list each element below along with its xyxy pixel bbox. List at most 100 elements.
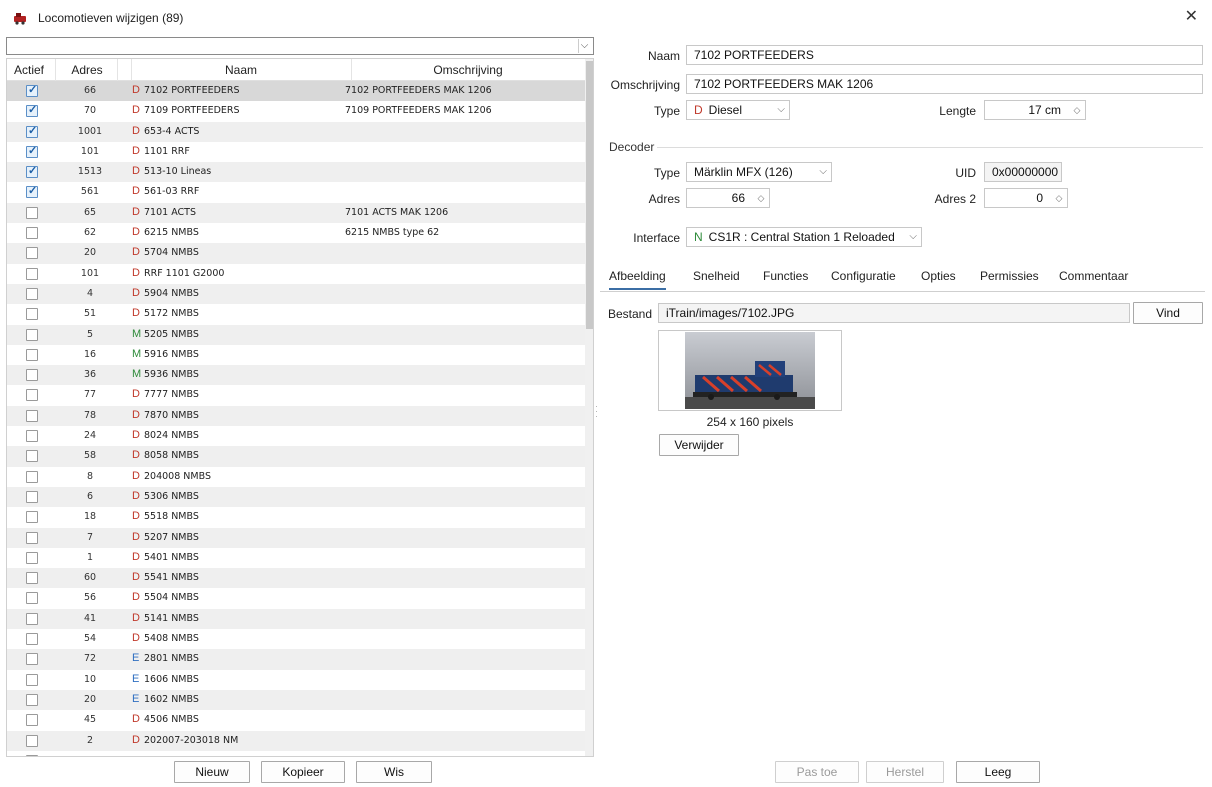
table-row[interactable]: 36 M 5936 NMBS [7,365,585,386]
active-checkbox[interactable] [26,714,38,727]
table-row[interactable]: 1001 D 653-4 ACTS [7,121,585,142]
table-row[interactable]: 41 D 5141 NMBS [7,608,585,630]
kopieer-button[interactable]: Kopieer [261,761,345,783]
active-checkbox[interactable] [26,450,38,463]
lengte-spinner[interactable]: 17 cm ◇ [984,100,1086,120]
adres2-spinner[interactable]: 0 ◇ [984,188,1068,208]
active-checkbox[interactable] [26,673,38,686]
table-row[interactable]: 4 D 5904 NMBS [7,283,585,305]
active-checkbox[interactable] [26,592,38,605]
tab-configuratie[interactable]: Configuratie [831,269,896,283]
close-icon[interactable]: ✕ [1185,9,1198,25]
column-header-adres[interactable]: Adres [59,63,115,77]
chevron-down-icon[interactable]: ⌵ [578,39,590,53]
active-checkbox[interactable] [26,287,38,300]
table-row[interactable]: 2 D 202007-203018 NM [7,730,585,751]
tab-functies[interactable]: Functies [763,269,808,283]
table-row[interactable]: 1 D 5401 NMBS [7,548,585,568]
table-row[interactable]: 70 D 7109 PORTFEEDERS 7109 PORTFEEDERS MAK … [7,101,585,121]
active-checkbox[interactable] [26,511,38,524]
table-row[interactable]: 66 D 7102 PORTFEEDERS 7102 PORTFEEDERS MAK … [7,81,585,102]
table-row[interactable]: 101 D RRF 1101 G2000 [7,264,585,284]
active-checkbox[interactable] [26,103,38,118]
active-checkbox[interactable] [26,470,38,483]
active-checkbox[interactable] [26,754,38,756]
decoder-type-select[interactable]: Märklin MFX (126) ⌵ [686,162,832,182]
active-checkbox[interactable] [26,369,38,382]
tab-snelheid[interactable]: Snelheid [693,269,740,283]
active-checkbox[interactable] [26,551,38,564]
table-row[interactable]: 51 D 5172 NMBS [7,304,585,324]
pas-toe-button[interactable]: Pas toe [775,761,859,783]
active-checkbox[interactable] [26,124,38,138]
active-checkbox[interactable] [26,267,38,280]
table-row[interactable]: 20 D 5704 NMBS [7,243,585,264]
leeg-button[interactable]: Leeg [956,761,1040,783]
herstel-button[interactable]: Herstel [866,761,944,783]
table-row[interactable]: 54 D 5408 NMBS [7,629,585,649]
active-checkbox[interactable] [26,430,38,443]
filter-combo[interactable]: ⌵ [6,37,594,55]
spinner-arrows-icon[interactable]: ◇ [1053,191,1065,205]
table-row[interactable]: 561 D 561-03 RRF [7,182,585,202]
table-row[interactable]: 16 M 5916 NMBS [7,345,585,365]
vind-button[interactable]: Vind [1133,302,1203,324]
active-checkbox[interactable] [26,308,38,321]
tab-permissies[interactable]: Permissies [980,269,1039,283]
table-row[interactable]: 60 D 5541 NMBS [7,568,585,589]
active-checkbox[interactable] [26,83,38,97]
interface-select[interactable]: N CS1R : Central Station 1 Reloaded ⌵ [686,227,922,247]
tab-opties[interactable]: Opties [921,269,956,283]
table-row[interactable]: 62 D 6215 NMBS 6215 NMBS type 62 [7,223,585,243]
adres-spinner[interactable]: 66 ◇ [686,188,770,208]
vertical-scrollbar[interactable] [585,59,593,756]
active-checkbox[interactable] [26,348,38,361]
nieuw-button[interactable]: Nieuw [174,761,250,783]
table-row[interactable]: 20 E 1602 NMBS [7,689,585,711]
table-row[interactable] [7,751,585,756]
table-row[interactable]: 72 E 2801 NMBS [7,649,585,670]
wis-button[interactable]: Wis [356,761,432,783]
table-row[interactable]: 24 D 8024 NMBS [7,426,585,446]
active-checkbox[interactable] [26,247,38,260]
table-row[interactable]: 58 D 8058 NMBS [7,446,585,467]
table-row[interactable]: 101 D 1101 RRF [7,142,585,162]
spinner-arrows-icon[interactable]: ◇ [755,191,767,205]
table-row[interactable]: 56 D 5504 NMBS [7,588,585,608]
column-header-naam[interactable]: Naam [131,63,351,77]
table-row[interactable]: 10 E 1606 NMBS [7,670,585,690]
active-checkbox[interactable] [26,389,38,402]
spinner-arrows-icon[interactable]: ◇ [1071,103,1083,117]
active-checkbox[interactable] [26,328,38,341]
naam-input[interactable]: 7102 PORTFEEDERS [686,45,1203,65]
table-row[interactable]: 5 M 5205 NMBS [7,324,585,345]
active-checkbox[interactable] [26,184,38,199]
active-checkbox[interactable] [26,531,38,544]
scrollbar-thumb[interactable] [586,61,593,329]
column-header-omschrijving[interactable]: Omschrijving [351,63,585,77]
loco-type-select[interactable]: D Diesel ⌵ [686,100,790,120]
tab-commentaar[interactable]: Commentaar [1059,269,1128,283]
table-row[interactable]: 8 D 204008 NMBS [7,467,585,487]
column-header-actief[interactable]: Actief [11,63,47,77]
active-checkbox[interactable] [26,206,38,219]
active-checkbox[interactable] [26,409,38,422]
table-row[interactable]: 6 D 5306 NMBS [7,486,585,508]
active-checkbox[interactable] [26,572,38,585]
active-checkbox[interactable] [26,227,38,240]
table-row[interactable]: 77 D 7777 NMBS [7,385,585,405]
active-checkbox[interactable] [26,144,38,158]
omschrijving-input[interactable]: 7102 PORTFEEDERS MAK 1206 [686,74,1203,94]
table-row[interactable]: 78 D 7870 NMBS [7,405,585,427]
table-row[interactable]: 65 D 7101 ACTS 7101 ACTS MAK 1206 [7,202,585,224]
table-row[interactable]: 7 D 5207 NMBS [7,527,585,548]
active-checkbox[interactable] [26,633,38,646]
active-checkbox[interactable] [26,612,38,625]
active-checkbox[interactable] [26,693,38,706]
active-checkbox[interactable] [26,734,38,747]
pane-splitter[interactable]: · · · [595,402,598,424]
table-row[interactable]: 45 D 4506 NMBS [7,710,585,730]
verwijder-button[interactable]: Verwijder [659,434,739,456]
table-row[interactable]: 18 D 5518 NMBS [7,507,585,527]
table-row[interactable]: 1513 D 513-10 Lineas [7,162,585,183]
